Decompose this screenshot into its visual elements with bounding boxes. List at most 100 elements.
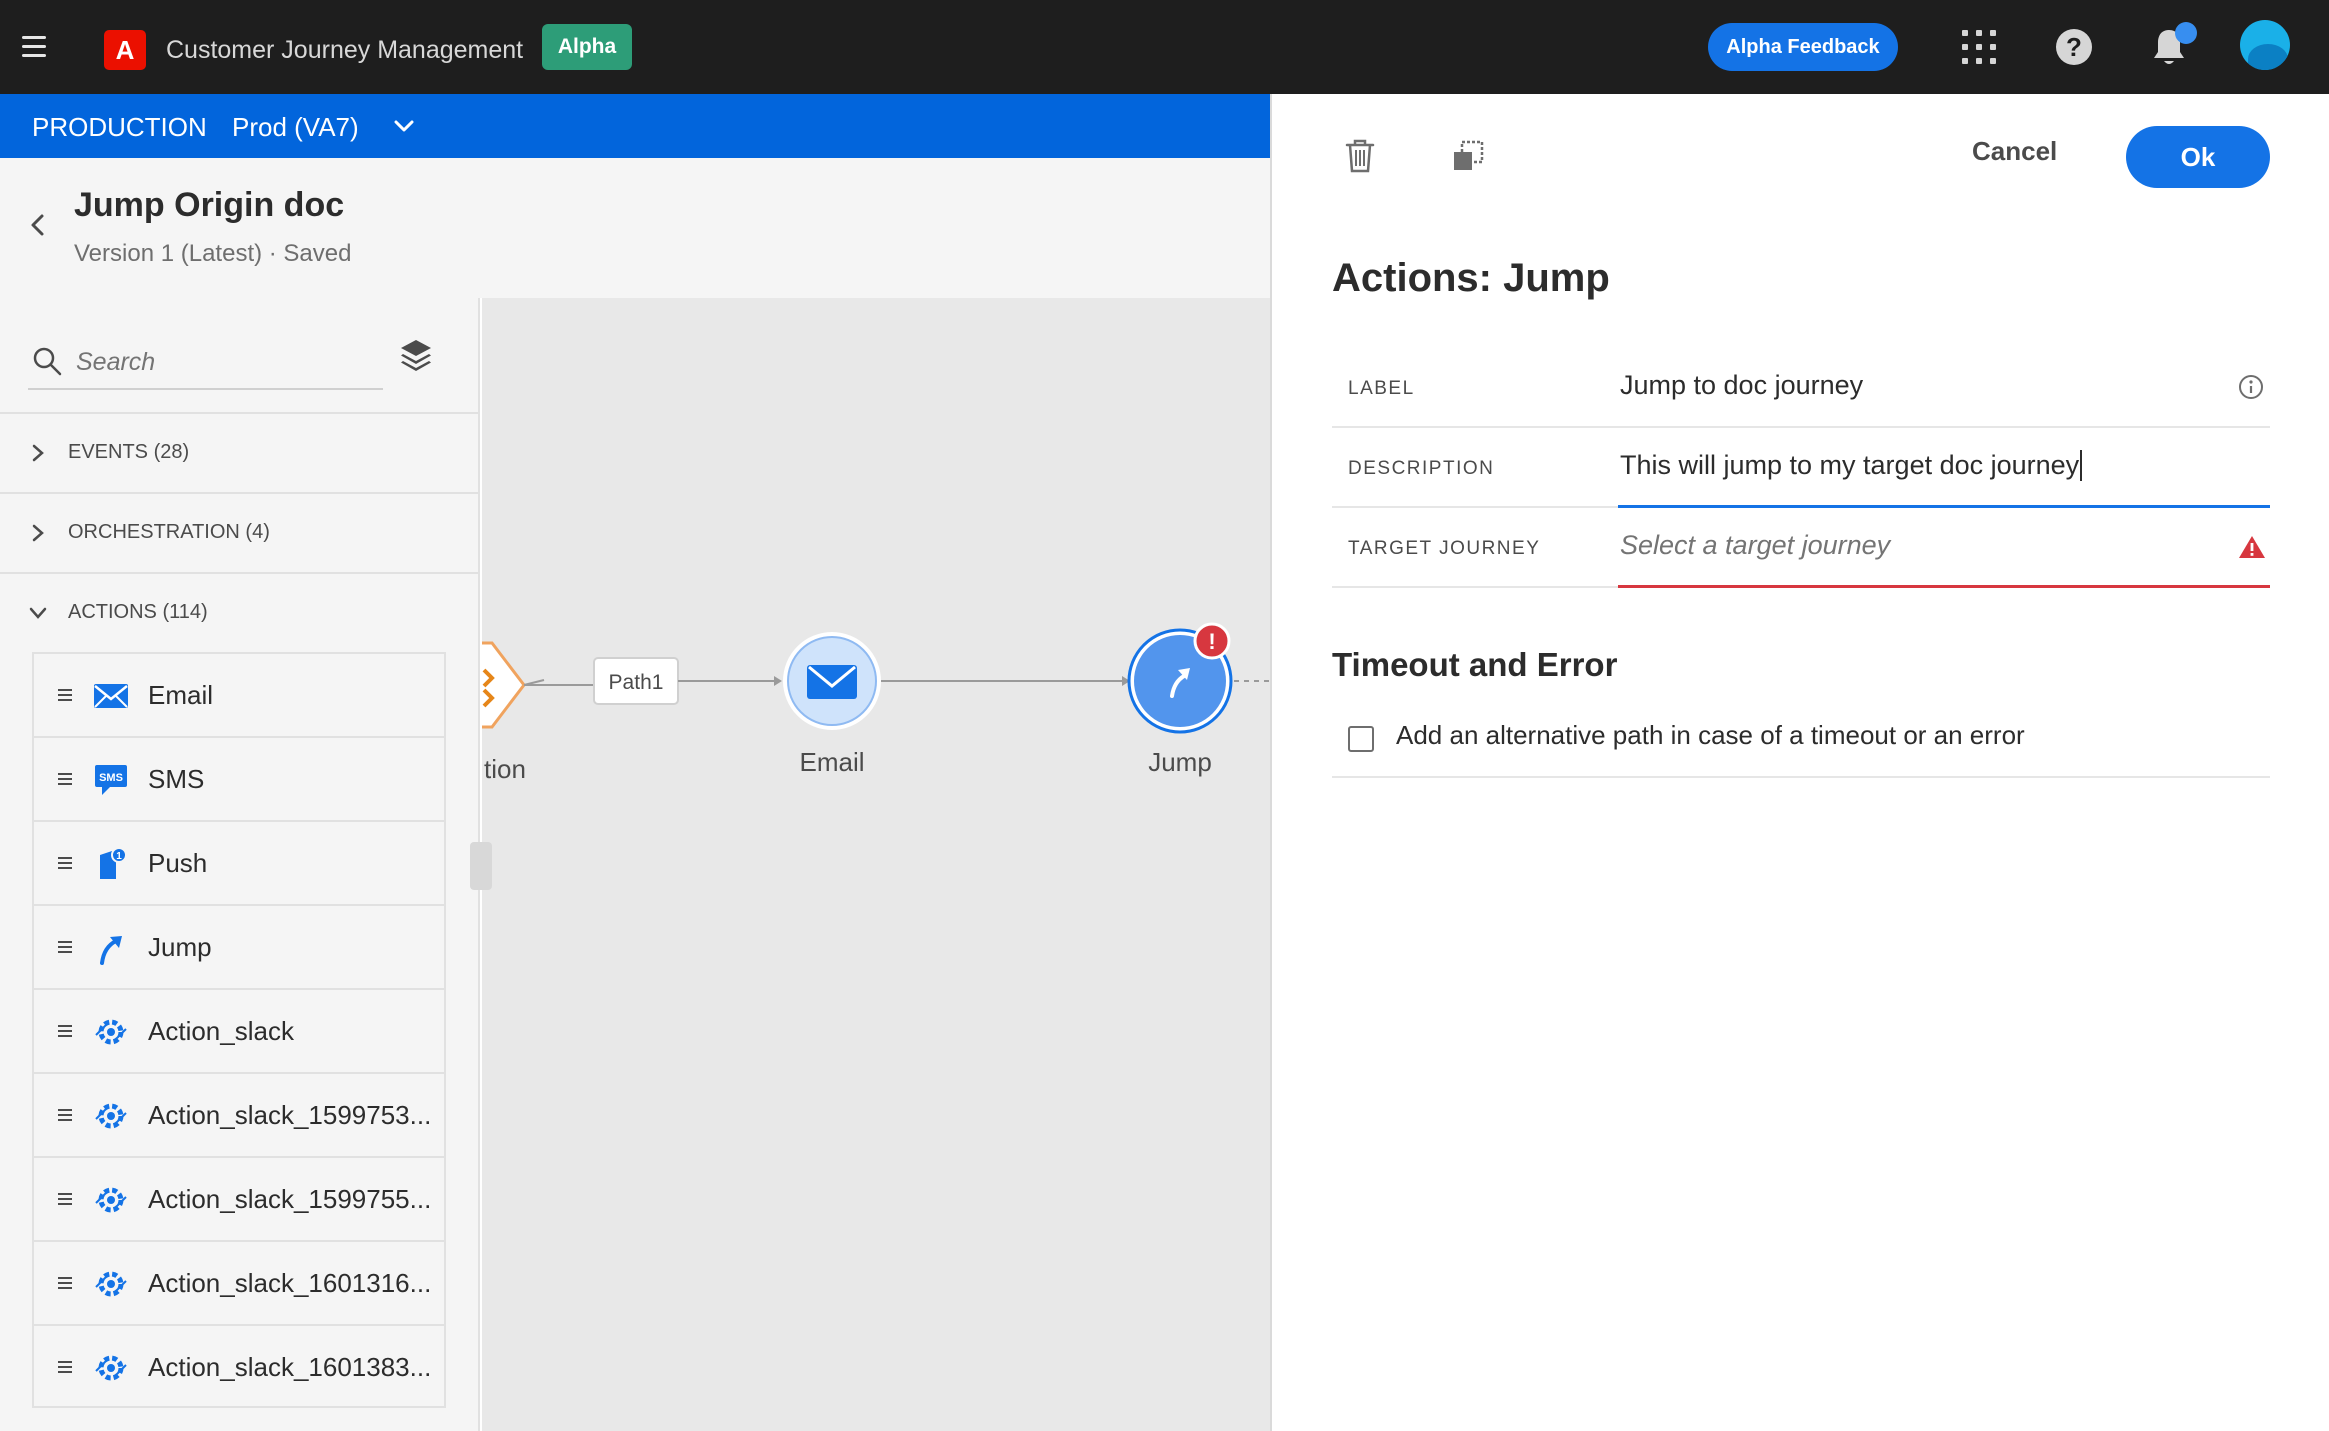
- sandbox-bar: PRODUCTION Prod (VA7): [0, 94, 1270, 158]
- action-item-jump[interactable]: Jump: [32, 904, 446, 988]
- description-field-row: DESCRIPTION This will jump to my target …: [1332, 428, 2270, 508]
- action-label: Jump: [148, 932, 212, 962]
- custom-action-icon: [95, 1019, 127, 1045]
- sandbox-label: PRODUCTION: [32, 112, 207, 142]
- journey-graph: tion Path1 Email ! Jump: [482, 622, 1270, 784]
- node-label-partial: tion: [484, 754, 526, 784]
- search-input[interactable]: [76, 344, 366, 380]
- alpha-feedback-button[interactable]: Alpha Feedback: [1708, 23, 1898, 71]
- action-label: Action_slack_1599755...: [148, 1184, 432, 1214]
- sandbox-selector[interactable]: Prod (VA7): [232, 112, 359, 143]
- custom-action-icon: [95, 1187, 127, 1213]
- timeout-section-title: Timeout and Error: [1332, 646, 1618, 683]
- help-icon[interactable]: ?: [2056, 29, 2092, 65]
- app-title[interactable]: Customer Journey Management: [166, 36, 523, 65]
- drag-handle-icon[interactable]: [58, 1361, 72, 1373]
- jump-icon: [100, 936, 122, 965]
- activity-palette: EVENTS (28) ORCHESTRATION (4) ACTIONS (1…: [0, 298, 480, 1431]
- action-label: Action_slack: [148, 1016, 294, 1046]
- app-grid-icon[interactable]: [1962, 30, 1996, 64]
- chevron-right-icon: [32, 444, 44, 462]
- activity-properties-panel: Cancel Ok Actions: Jump LABEL Jump to do…: [1270, 94, 2329, 1431]
- action-label: Email: [148, 680, 214, 710]
- category-events[interactable]: EVENTS (28): [0, 412, 478, 492]
- notification-badge: [2175, 22, 2197, 44]
- description-input[interactable]: This will jump to my target doc journey: [1620, 450, 2083, 481]
- top-bar: A Customer Journey Management Alpha Alph…: [0, 0, 2329, 94]
- svg-text:1: 1: [116, 851, 122, 862]
- drag-handle-icon[interactable]: [58, 1193, 72, 1205]
- category-label: ACTIONS (114): [68, 601, 208, 623]
- label-input[interactable]: Jump to doc journey: [1620, 370, 2240, 401]
- category-orchestration[interactable]: ORCHESTRATION (4): [0, 492, 478, 572]
- drag-handle-icon[interactable]: [58, 689, 72, 701]
- panel-title: Actions: Jump: [1332, 256, 1610, 300]
- field-label: TARGET JOURNEY: [1348, 538, 1541, 559]
- action-label: Push: [148, 848, 208, 878]
- timeout-checkbox-label[interactable]: Add an alternative path in case of a tim…: [1396, 720, 2025, 751]
- panel-resize-handle[interactable]: [470, 842, 492, 890]
- sms-icon: SMS: [95, 765, 127, 795]
- journey-canvas[interactable]: tion Path1 Email ! Jump: [482, 298, 1270, 1431]
- chevron-down-icon: [29, 607, 47, 619]
- path-label: Path1: [609, 671, 664, 694]
- duplicate-icon[interactable]: [1450, 138, 1486, 174]
- target-journey-field-row: TARGET JOURNEY Select a target journey: [1332, 508, 2270, 588]
- action-label: Action_slack_1599753...: [148, 1100, 432, 1130]
- field-label: DESCRIPTION: [1348, 458, 1495, 479]
- drag-handle-icon[interactable]: [58, 1025, 72, 1037]
- target-error-line: [1618, 585, 2270, 588]
- email-node-label: Email: [799, 747, 864, 777]
- action-item-push[interactable]: 1 Push: [32, 820, 446, 904]
- ok-button[interactable]: Ok: [2126, 126, 2270, 188]
- alert-icon: [2239, 536, 2265, 558]
- custom-action-icon: [95, 1271, 127, 1297]
- category-label: EVENTS (28): [68, 441, 190, 463]
- info-icon[interactable]: [2238, 374, 2264, 400]
- category-actions[interactable]: ACTIONS (114): [0, 572, 478, 652]
- jump-node-label: Jump: [1148, 747, 1212, 777]
- drag-handle-icon[interactable]: [58, 773, 72, 785]
- email-icon: [94, 684, 128, 708]
- action-item-custom[interactable]: Action_slack_1599755...: [32, 1156, 446, 1240]
- action-item-custom[interactable]: Action_slack: [32, 988, 446, 1072]
- timeout-checkbox[interactable]: [1348, 726, 1374, 752]
- adobe-logo[interactable]: A: [104, 30, 146, 70]
- email-node[interactable]: [783, 632, 881, 730]
- search-field[interactable]: [28, 334, 383, 390]
- action-item-sms[interactable]: SMS SMS: [32, 736, 446, 820]
- divider: [1332, 776, 2270, 778]
- back-icon[interactable]: [26, 212, 50, 238]
- arrow-icon: [774, 676, 782, 686]
- svg-text:SMS: SMS: [99, 772, 123, 784]
- journey-version: Version 1 (Latest) · Saved: [74, 240, 352, 267]
- trash-icon[interactable]: [1344, 138, 1376, 174]
- avatar[interactable]: [2240, 20, 2290, 70]
- action-item-custom[interactable]: Action_slack_1601316...: [32, 1240, 446, 1324]
- drag-handle-icon[interactable]: [58, 857, 72, 869]
- drag-handle-icon[interactable]: [58, 941, 72, 953]
- action-item-email[interactable]: Email: [32, 652, 446, 736]
- drag-handle-icon[interactable]: [58, 1277, 72, 1289]
- category-label: ORCHESTRATION (4): [68, 521, 270, 543]
- label-field-row: LABEL Jump to doc journey: [1332, 348, 2270, 428]
- push-icon: 1: [100, 847, 127, 879]
- action-item-custom[interactable]: Action_slack_1601383...: [32, 1324, 446, 1408]
- chevron-down-icon[interactable]: [392, 114, 416, 138]
- action-list: Email SMS SMS 1 Push Jump Action_slack A…: [32, 652, 446, 1408]
- cancel-button[interactable]: Cancel: [1972, 136, 2057, 167]
- orchestration-node-partial[interactable]: [482, 641, 526, 729]
- error-badge: !: [1193, 622, 1231, 660]
- action-label: SMS: [148, 764, 205, 794]
- hamburger-icon[interactable]: [22, 36, 52, 60]
- custom-action-icon: [95, 1103, 127, 1129]
- target-journey-select[interactable]: Select a target journey: [1620, 530, 2240, 561]
- alpha-badge: Alpha: [542, 24, 632, 70]
- action-item-custom[interactable]: Action_slack_1599753...: [32, 1072, 446, 1156]
- action-label: Action_slack_1601316...: [148, 1268, 432, 1298]
- drag-handle-icon[interactable]: [58, 1109, 72, 1121]
- action-label: Action_slack_1601383...: [148, 1352, 432, 1382]
- svg-text:!: !: [1208, 629, 1215, 654]
- journey-header: Jump Origin doc Version 1 (Latest) · Sav…: [0, 158, 1270, 298]
- layers-icon[interactable]: [398, 336, 434, 372]
